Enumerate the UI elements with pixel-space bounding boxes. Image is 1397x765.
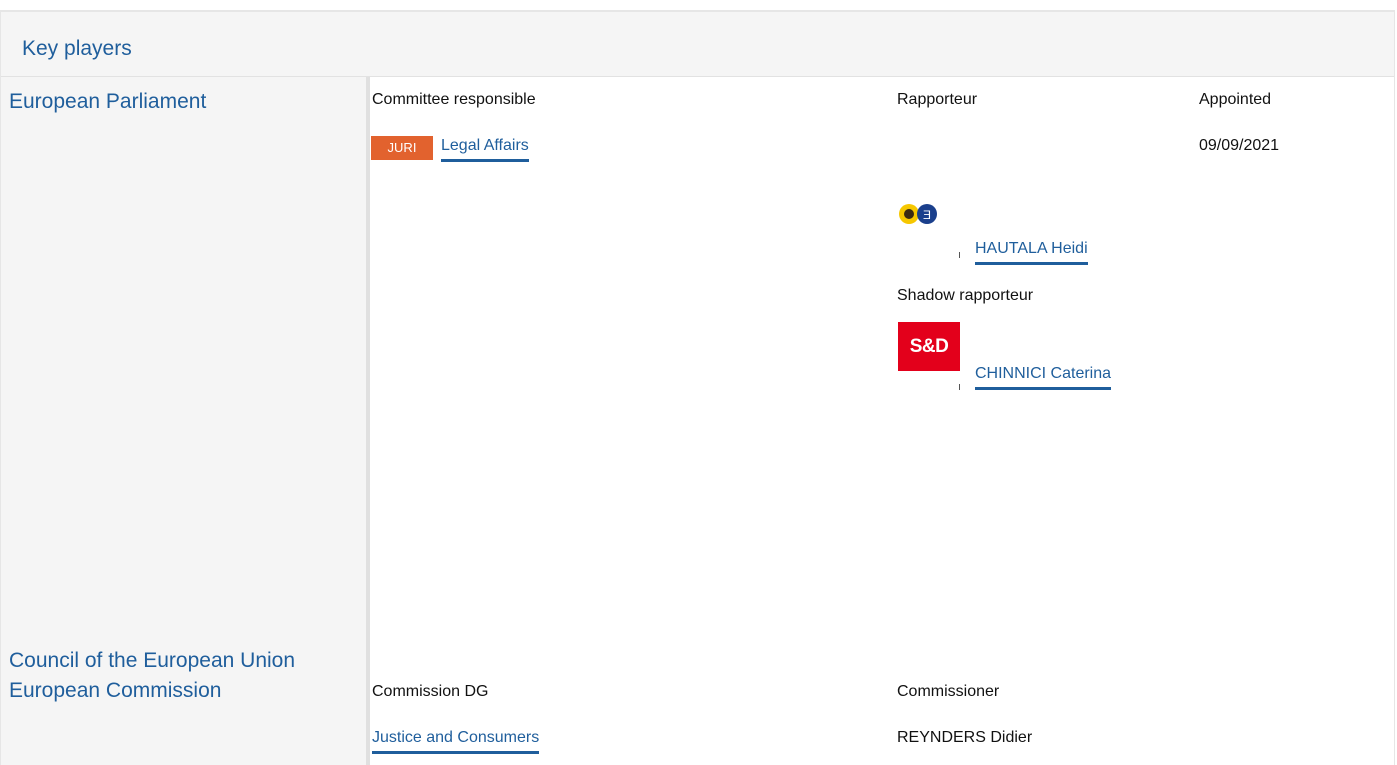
committee-legal-affairs-link[interactable]: Legal Affairs	[441, 137, 529, 162]
commission-dg-label: Commission DG	[372, 683, 489, 700]
shadow-rapporteur-chinnici-link[interactable]: CHINNICI Caterina	[975, 365, 1112, 390]
committee-responsible-label: Committee responsible	[372, 91, 536, 108]
rapporteur-link-marker	[959, 252, 960, 258]
institutions-column: European Parliament Council of the Europ…	[1, 77, 370, 765]
institution-european-commission[interactable]: European Commission	[9, 679, 221, 703]
svg-text:Ǝ: Ǝ	[923, 208, 931, 222]
sd-group-logo-icon: S&D	[898, 322, 960, 371]
institution-european-parliament[interactable]: European Parliament	[9, 90, 206, 114]
section-title: Key players	[22, 37, 132, 60]
committee-code-badge: JURI	[371, 136, 433, 160]
shadow-link-marker	[959, 384, 960, 390]
shadow-rapporteur-label: Shadow rapporteur	[897, 287, 1034, 304]
institution-council[interactable]: Council of the European Union	[9, 649, 295, 673]
commissioner-name: REYNDERS Didier	[897, 729, 1033, 746]
appointed-date: 09/09/2021	[1199, 137, 1280, 154]
commissioner-label: Commissioner	[897, 683, 1000, 700]
rapporteur-hautala-link[interactable]: HAUTALA Heidi	[975, 240, 1088, 265]
section-header: Key players	[1, 12, 1394, 77]
greens-efa-logo-icon: Ǝ	[899, 204, 937, 224]
rapporteur-label: Rapporteur	[897, 91, 978, 108]
appointed-label: Appointed	[1199, 91, 1272, 108]
dg-justice-consumers-link[interactable]: Justice and Consumers	[372, 729, 540, 754]
sd-logo-text: S&D	[909, 335, 949, 357]
